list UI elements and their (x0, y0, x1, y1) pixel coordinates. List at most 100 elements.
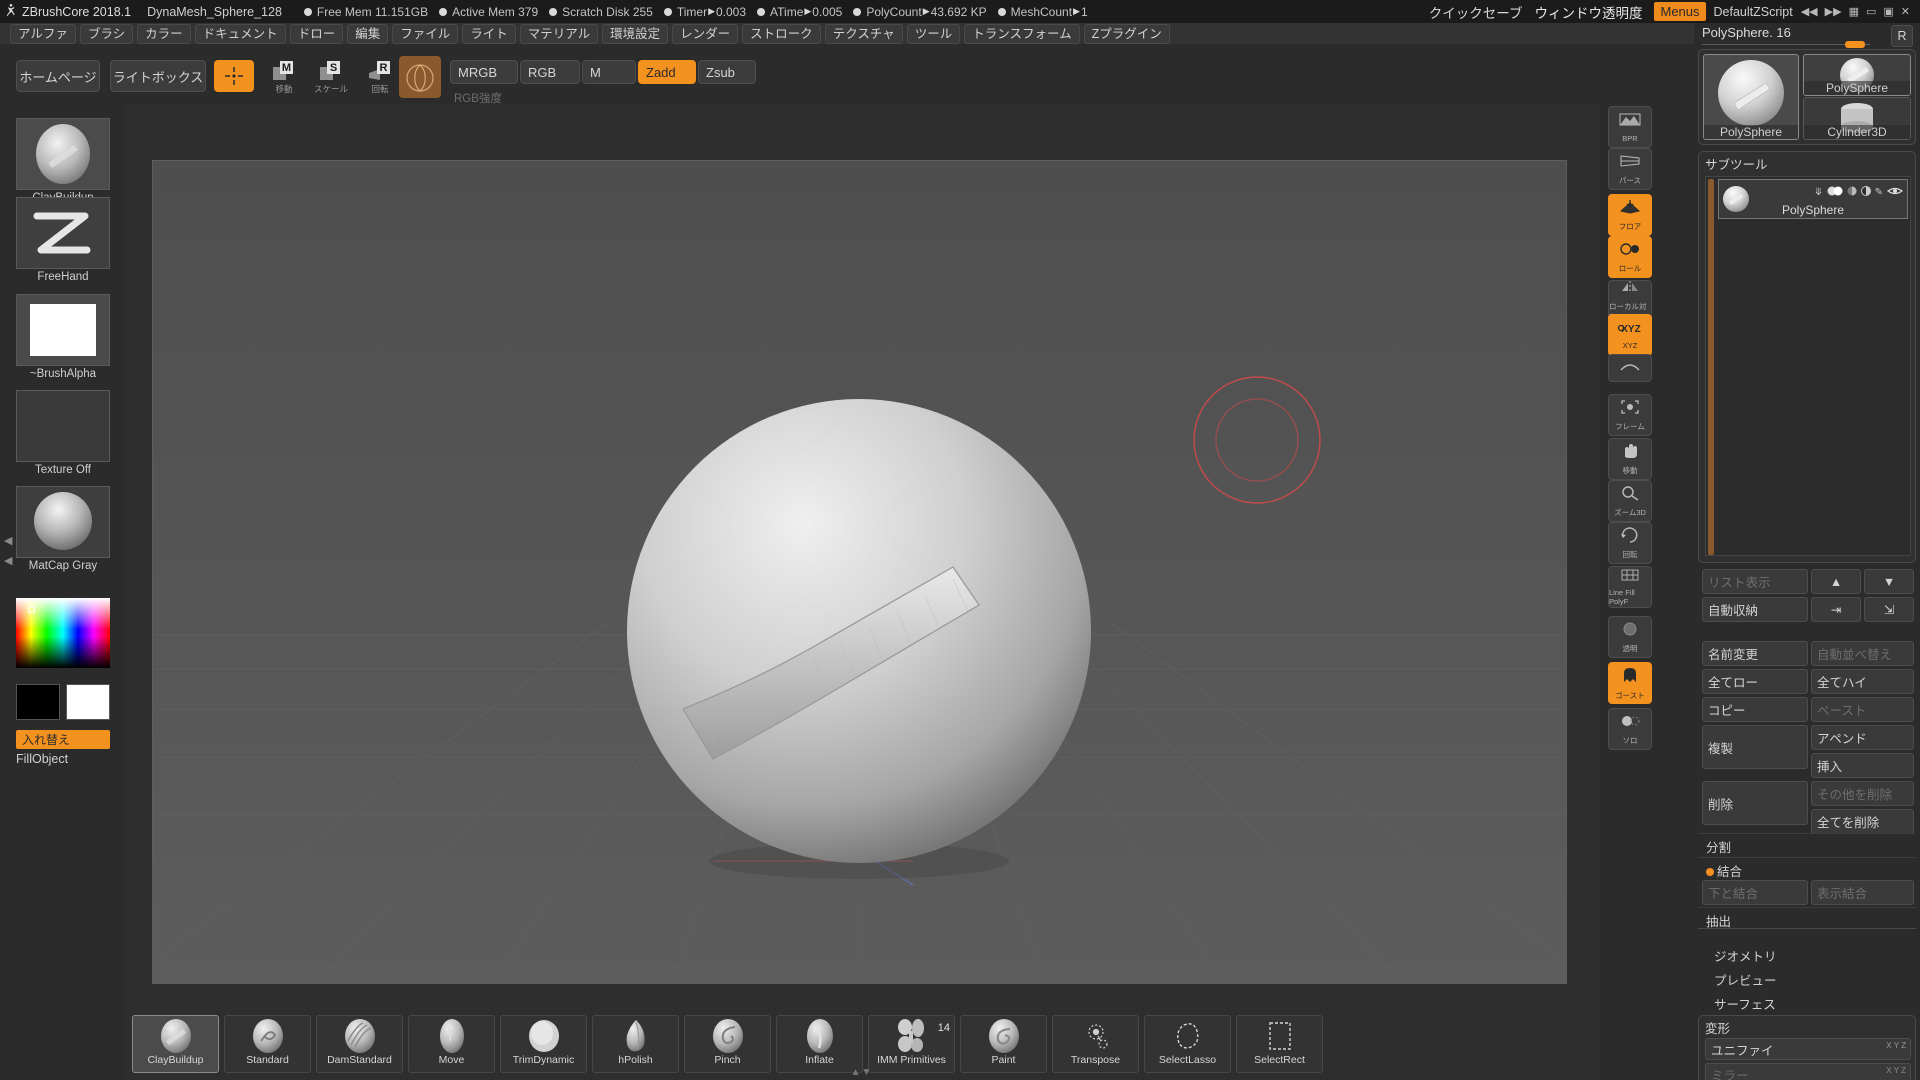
zoom3d-button[interactable]: ズーム3D (1608, 480, 1652, 522)
rotate-button[interactable]: 回転 (1608, 522, 1652, 564)
deform-mirror-button[interactable]: ミラー X Y Z (1705, 1063, 1911, 1080)
tool-cylinder3d[interactable]: Cylinder3D (1803, 97, 1911, 140)
material-swatch-button[interactable] (399, 56, 441, 98)
transparency-button[interactable]: 透明 (1608, 616, 1652, 658)
brush-pinch[interactable]: Pinch (684, 1015, 771, 1073)
brush-trimdynamic[interactable]: TrimDynamic (500, 1015, 587, 1073)
fill-object-button[interactable]: FillObject (16, 752, 110, 766)
brush-thumb-image[interactable] (16, 118, 110, 190)
brush-damstandard[interactable]: DamStandard (316, 1015, 403, 1073)
subtool-item-polysphere[interactable]: ⤋ ✎ PolySphere (1718, 179, 1908, 219)
brush-paint[interactable]: Paint (960, 1015, 1047, 1073)
stroke-thumbnail[interactable]: FreeHand (16, 197, 110, 283)
material-thumb-image[interactable] (16, 486, 110, 558)
section-geometry[interactable]: ジオメトリ (1706, 943, 1785, 968)
switch-colors-button[interactable]: 入れ替え (16, 730, 110, 749)
viewport-canvas[interactable] (152, 160, 1567, 984)
color-picker-cursor[interactable] (28, 606, 35, 613)
menu-item-環境設定[interactable]: 環境設定 (602, 23, 669, 44)
rename-button[interactable]: 名前変更 (1702, 641, 1808, 666)
menu-item-編集[interactable]: 編集 (347, 23, 389, 44)
local-button[interactable]: ロール (1608, 236, 1652, 278)
subtool-up-button[interactable]: ▲ (1811, 569, 1861, 594)
maximize-icon[interactable]: ▣ (1883, 5, 1893, 18)
menus-button[interactable]: Menus (1654, 2, 1706, 21)
mode-rgb-button[interactable]: RGB (520, 60, 580, 84)
bpr-button[interactable]: BPR (1608, 106, 1652, 148)
color-swatches[interactable] (16, 684, 110, 720)
rotate-mode-button[interactable]: R 回転 (358, 58, 402, 95)
brush-transpose[interactable]: Transpose (1052, 1015, 1139, 1073)
arrow-down-icon[interactable]: ⤋ (1814, 187, 1822, 198)
copy-button[interactable]: コピー (1702, 697, 1808, 722)
auto-collapse-button[interactable]: 自動収納 (1702, 597, 1808, 622)
texture-thumbnail[interactable]: Texture Off (16, 390, 110, 476)
menu-bar[interactable]: アルファ ブラシ カラー ドキュメント ドロー 編集 ファイル ライト マテリアル 環境設定 レンダ… (0, 23, 1920, 44)
all-high-button[interactable]: 全てハイ (1811, 669, 1914, 694)
lightbox-button[interactable]: ライトボックス (110, 60, 206, 92)
brush-imm-primitives[interactable]: 14 IMM Primitives (868, 1015, 955, 1073)
menu-item-トランスフォーム[interactable]: トランスフォーム (964, 23, 1080, 44)
menu-item-ドキュメント[interactable]: ドキュメント (194, 23, 286, 44)
paste-button[interactable]: ペースト (1811, 697, 1914, 722)
mode-m-button[interactable]: M (582, 60, 636, 84)
menu-item-ファイル[interactable]: ファイル (392, 23, 459, 44)
tool-polysphere-alt[interactable]: PolySphere (1803, 54, 1911, 96)
menu-item-アルファ[interactable]: アルファ (10, 23, 76, 44)
ghost-button[interactable]: ゴースト (1608, 662, 1652, 704)
perspective-button[interactable]: パース (1608, 148, 1652, 190)
menu-item-マテリアル[interactable]: マテリアル (519, 23, 599, 44)
secondary-color-swatch[interactable] (66, 684, 110, 720)
grid-icon[interactable]: ▦ (1849, 5, 1859, 18)
brush-bar-scroll-hint[interactable]: ▲▼ (851, 1067, 873, 1078)
stroke-thumb-image[interactable] (16, 197, 110, 269)
brush-inflate[interactable]: Inflate (776, 1015, 863, 1073)
menu-item-レンダー[interactable]: レンダー (672, 23, 739, 44)
texture-thumb-image[interactable] (16, 390, 110, 462)
mode-mrgb-button[interactable]: MRGB (450, 60, 518, 84)
insert-button[interactable]: 挿入 (1811, 753, 1914, 778)
subtool-down-button[interactable]: ▼ (1864, 569, 1914, 594)
section-preview[interactable]: プレビュー (1706, 967, 1785, 992)
menu-item-Zプラグイン[interactable]: Zプラグイン (1083, 23, 1170, 44)
deform-unify-axes[interactable]: X Y Z (1886, 1041, 1906, 1050)
menu-item-ライト[interactable]: ライト (462, 23, 516, 44)
left-collapse-arrow2-icon[interactable]: ◀ (4, 554, 12, 567)
menu-item-ツール[interactable]: ツール (906, 23, 961, 44)
all-low-button[interactable]: 全てロー (1702, 669, 1808, 694)
menu-item-カラー[interactable]: カラー (137, 23, 191, 44)
tool-current-thumbnail[interactable]: PolySphere (1703, 54, 1799, 140)
subtool-moveout-button[interactable]: ⇥ (1811, 597, 1861, 622)
scale-mode-button[interactable]: S スケール (307, 58, 355, 95)
move-mode-button[interactable]: M 移動 (262, 58, 306, 95)
subtool-scrollbar[interactable] (1708, 179, 1714, 555)
alpha-thumbnail[interactable]: ~BrushAlpha (16, 294, 110, 380)
next-icon[interactable]: ▶▶ (1825, 5, 1842, 18)
menu-item-ストローク[interactable]: ストローク (742, 23, 821, 44)
merge-down-button[interactable]: 下と結合 (1702, 880, 1808, 905)
delete-other-button[interactable]: その他を削除 (1811, 781, 1914, 806)
color-picker[interactable] (16, 598, 110, 668)
tool-slider[interactable]: PolySphere. 16 R (1698, 25, 1916, 49)
frame-button[interactable]: フレーム (1608, 394, 1652, 436)
move-button[interactable]: 移動 (1608, 438, 1652, 480)
polyf-button[interactable]: Line Fill PolyF (1608, 566, 1652, 608)
delete-all-button[interactable]: 全てを削除 (1811, 809, 1914, 834)
visibility-icon[interactable] (1827, 183, 1843, 201)
window-controls[interactable]: ◀◀ ▶▶ ▦ ▭ ▣ ✕ (1801, 5, 1910, 18)
homepage-button[interactable]: ホームページ (16, 60, 100, 92)
prev-icon[interactable]: ◀◀ (1801, 5, 1818, 18)
contrast-icon[interactable] (1860, 183, 1871, 201)
xyz-button[interactable]: XYZ XYZ (1608, 314, 1652, 356)
deform-unify-button[interactable]: ユニファイ X Y Z (1705, 1038, 1911, 1060)
floor-button[interactable]: フロア (1608, 194, 1652, 236)
brush-icon[interactable]: ✎ (1875, 187, 1883, 198)
subtool-icon-row[interactable]: ⤋ ✎ (1814, 183, 1904, 201)
brush-move[interactable]: Move (408, 1015, 495, 1073)
duplicate-button[interactable]: 複製 (1702, 725, 1808, 769)
left-collapse-arrow-icon[interactable]: ◀ (4, 534, 12, 547)
brush-standard[interactable]: Standard (224, 1015, 311, 1073)
brush-selectrect[interactable]: SelectRect (1236, 1015, 1323, 1073)
primary-color-swatch[interactable] (16, 684, 60, 720)
alpha-thumb-image[interactable] (16, 294, 110, 366)
